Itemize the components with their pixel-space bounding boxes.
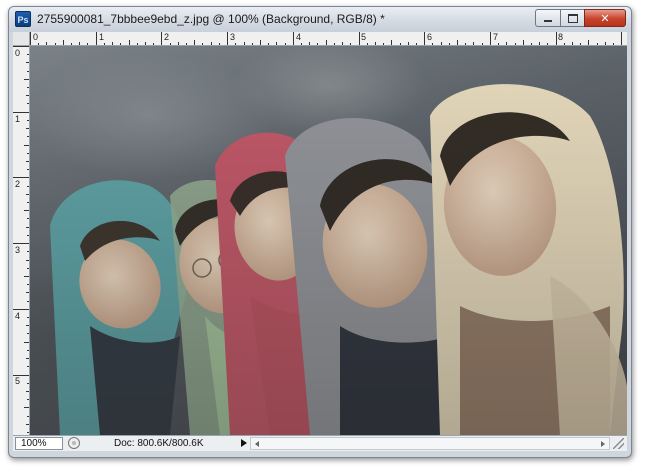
ruler-label: 8 [558,32,564,42]
vertical-ruler[interactable]: 0 1 2 3 4 5 [13,46,30,435]
photoshop-app-icon: Ps [15,11,31,27]
status-bar: 100% Doc: 800.6K/800.6K [13,435,627,451]
document-size-info: Doc: 800.6K/800.6K [114,438,204,449]
resize-grip-icon[interactable] [613,438,624,449]
maximize-button[interactable] [560,9,584,27]
title-bar[interactable]: Ps 2755900081_7bbbee9ebd_z.jpg @ 100% (B… [9,7,631,32]
photo [30,46,627,435]
status-menu-arrow-icon[interactable] [241,439,247,447]
zoom-level-field[interactable]: 100% [15,437,63,450]
ruler-label: 3 [230,32,236,42]
status-icon[interactable] [68,437,80,449]
ruler-label: 5 [15,376,21,386]
minimize-button[interactable] [535,9,560,27]
ruler-label: 2 [164,32,170,42]
ruler-label: 1 [99,32,105,42]
horizontal-scrollbar[interactable] [250,437,610,450]
ruler-label: 0 [15,48,21,58]
close-button[interactable]: ✕ [584,9,626,27]
ruler-label: 2 [15,179,21,189]
scroll-right-icon[interactable] [601,441,605,447]
ruler-origin-corner[interactable] [13,32,30,46]
minimize-icon [544,20,552,22]
window-controls: ✕ [535,9,626,27]
ruler-label: 7 [493,32,499,42]
horizontal-ruler-ticks [30,32,622,45]
scroll-left-icon[interactable] [255,441,259,447]
ruler-label: 6 [427,32,433,42]
ruler-label: 4 [296,32,302,42]
document-window: Ps 2755900081_7bbbee9ebd_z.jpg @ 100% (B… [8,6,632,458]
ruler-label: 3 [15,245,21,255]
close-icon: ✕ [600,11,610,25]
ruler-label: 0 [33,32,39,42]
image-canvas[interactable] [30,46,627,435]
horizontal-ruler[interactable]: 0 1 2 3 4 5 6 7 8 [30,32,627,46]
maximize-icon [567,13,578,23]
ruler-label: 4 [15,311,21,321]
ruler-label: 5 [361,32,367,42]
ruler-label: 1 [15,114,21,124]
window-title: 2755900081_7bbbee9ebd_z.jpg @ 100% (Back… [37,12,385,26]
